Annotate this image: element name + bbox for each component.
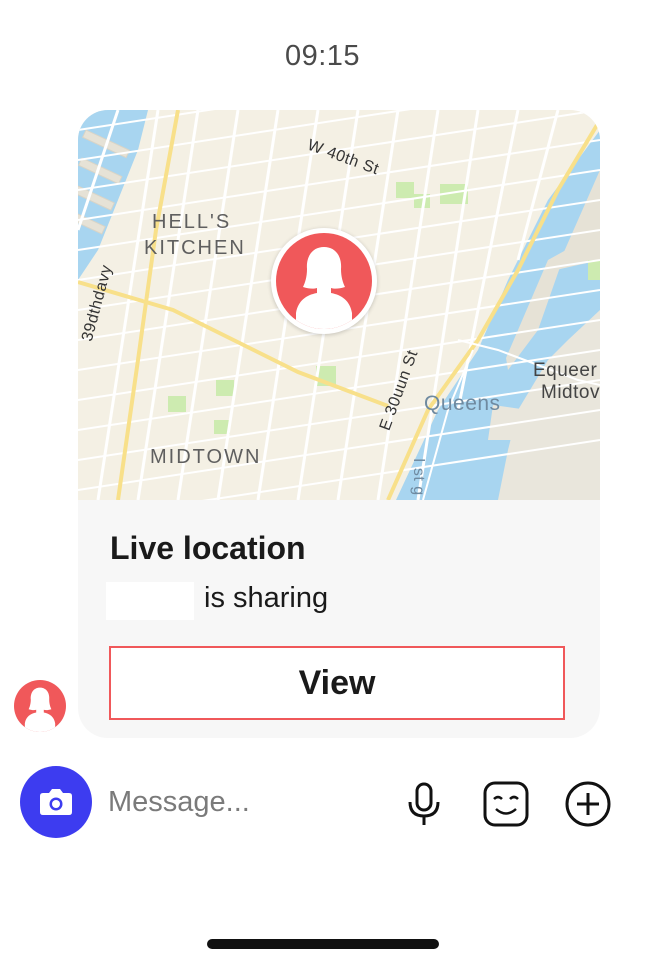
redacted-username <box>106 582 194 620</box>
map-label-queens: Queens <box>424 392 501 415</box>
message-timestamp: 09:15 <box>284 40 361 72</box>
add-attachment-button[interactable] <box>564 780 612 828</box>
message-composer <box>0 766 645 842</box>
location-pin[interactable] <box>271 228 377 334</box>
sticker-face-icon <box>483 781 529 827</box>
view-location-button[interactable]: View <box>109 646 565 720</box>
camera-icon <box>40 789 72 815</box>
sharing-status-text: is sharing <box>204 582 329 614</box>
camera-button[interactable] <box>20 766 92 838</box>
microphone-button[interactable] <box>400 780 448 828</box>
live-location-title: Live location <box>110 530 306 566</box>
home-indicator[interactable] <box>207 939 439 949</box>
map-label-river: I st g <box>410 458 427 496</box>
map-preview[interactable]: HELL'S KITCHEN MIDTOWN W 40th St 39dthda… <box>78 110 600 500</box>
message-input[interactable] <box>108 782 378 822</box>
user-silhouette-icon <box>276 233 372 329</box>
sender-avatar[interactable] <box>14 680 66 732</box>
map-label-place-1: Equeer <box>533 360 598 381</box>
plus-circle-icon <box>565 781 611 827</box>
map-label-hells: HELL'S <box>152 211 232 233</box>
live-location-card[interactable]: HELL'S KITCHEN MIDTOWN W 40th St 39dthda… <box>78 110 600 738</box>
avatar-silhouette-icon <box>24 687 56 732</box>
map-label-midtown: MIDTOWN <box>150 446 262 468</box>
live-location-info: Live location is sharing View <box>78 500 600 738</box>
microphone-icon <box>408 782 440 825</box>
chat-screen: 09:15 HELL'S KITCHEN MIDTOWN W 40th St 3… <box>0 0 645 968</box>
map-label-place-2: Midtov <box>541 382 600 403</box>
sticker-button[interactable] <box>482 780 530 828</box>
map-label-kitchen: KITCHEN <box>144 237 246 259</box>
